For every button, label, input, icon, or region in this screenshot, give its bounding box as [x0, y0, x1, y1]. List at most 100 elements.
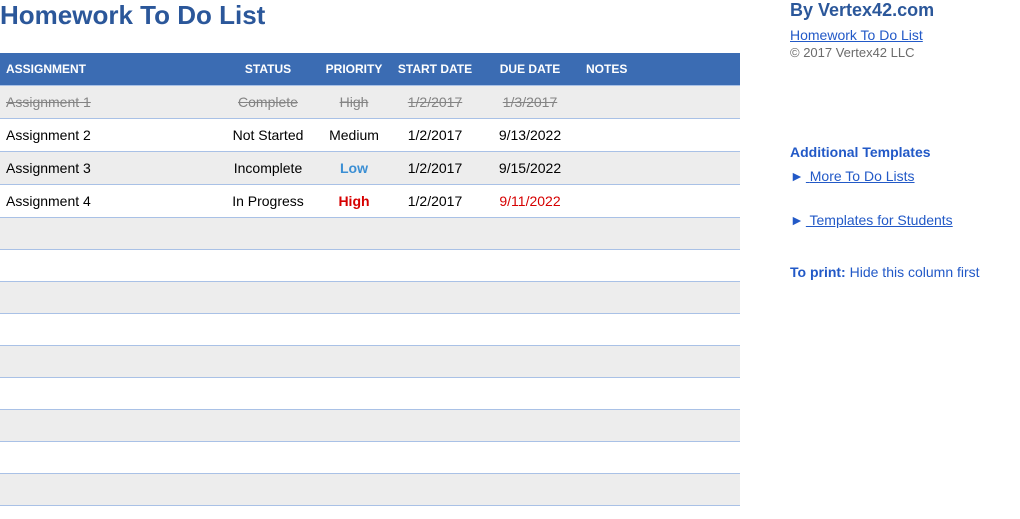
cell-assignment[interactable]: [0, 410, 218, 442]
cell-priority[interactable]: High: [318, 86, 390, 119]
cell-due-date[interactable]: 1/3/2017: [480, 86, 580, 119]
cell-due-date[interactable]: 9/15/2022: [480, 152, 580, 185]
cell-status[interactable]: [218, 378, 318, 410]
cell-assignment[interactable]: Assignment 4: [0, 185, 218, 218]
cell-assignment[interactable]: [0, 282, 218, 314]
cell-status[interactable]: [218, 410, 318, 442]
cell-assignment[interactable]: [0, 346, 218, 378]
cell-status[interactable]: [218, 346, 318, 378]
cell-assignment[interactable]: Assignment 3: [0, 152, 218, 185]
cell-notes[interactable]: [580, 218, 740, 250]
cell-assignment[interactable]: [0, 314, 218, 346]
cell-notes[interactable]: [580, 282, 740, 314]
col-start-date: Start Date: [390, 53, 480, 86]
copyright: © 2017 Vertex42 LLC: [790, 45, 1000, 60]
cell-status[interactable]: Not Started: [218, 119, 318, 152]
table-row[interactable]: [0, 410, 740, 442]
table-row[interactable]: [0, 474, 740, 506]
table-row[interactable]: [0, 442, 740, 474]
templates-students-link[interactable]: ► Templates for Students: [790, 212, 1000, 228]
cell-due-date[interactable]: [480, 250, 580, 282]
cell-assignment[interactable]: [0, 218, 218, 250]
cell-start-date[interactable]: [390, 314, 480, 346]
cell-assignment[interactable]: Assignment 2: [0, 119, 218, 152]
table-row[interactable]: Assignment 4In ProgressHigh1/2/20179/11/…: [0, 185, 740, 218]
cell-assignment[interactable]: [0, 378, 218, 410]
cell-notes[interactable]: [580, 378, 740, 410]
cell-due-date[interactable]: 9/13/2022: [480, 119, 580, 152]
cell-start-date[interactable]: 1/2/2017: [390, 119, 480, 152]
cell-assignment[interactable]: [0, 442, 218, 474]
cell-start-date[interactable]: [390, 442, 480, 474]
cell-assignment[interactable]: [0, 250, 218, 282]
cell-priority[interactable]: [318, 410, 390, 442]
cell-priority[interactable]: Medium: [318, 119, 390, 152]
cell-notes[interactable]: [580, 119, 740, 152]
cell-notes[interactable]: [580, 86, 740, 119]
table-row[interactable]: [0, 314, 740, 346]
cell-notes[interactable]: [580, 346, 740, 378]
table-row[interactable]: Assignment 2Not StartedMedium1/2/20179/1…: [0, 119, 740, 152]
cell-priority[interactable]: [318, 346, 390, 378]
arrow-icon: ►: [790, 168, 804, 184]
cell-due-date[interactable]: [480, 410, 580, 442]
table-row[interactable]: [0, 218, 740, 250]
cell-notes[interactable]: [580, 314, 740, 346]
cell-due-date[interactable]: [480, 474, 580, 506]
cell-notes[interactable]: [580, 474, 740, 506]
cell-notes[interactable]: [580, 152, 740, 185]
cell-priority[interactable]: [318, 474, 390, 506]
cell-start-date[interactable]: 1/2/2017: [390, 185, 480, 218]
cell-start-date[interactable]: [390, 218, 480, 250]
table-row[interactable]: [0, 346, 740, 378]
templates-students-label: Templates for Students: [810, 212, 953, 228]
table-row[interactable]: Assignment 3IncompleteLow1/2/20179/15/20…: [0, 152, 740, 185]
cell-status[interactable]: [218, 474, 318, 506]
cell-status[interactable]: Incomplete: [218, 152, 318, 185]
cell-priority[interactable]: Low: [318, 152, 390, 185]
cell-priority[interactable]: [318, 378, 390, 410]
cell-due-date[interactable]: [480, 314, 580, 346]
cell-start-date[interactable]: [390, 474, 480, 506]
cell-due-date[interactable]: 9/11/2022: [480, 185, 580, 218]
cell-due-date[interactable]: [480, 282, 580, 314]
table-row[interactable]: [0, 250, 740, 282]
cell-start-date[interactable]: 1/2/2017: [390, 152, 480, 185]
table-row[interactable]: [0, 282, 740, 314]
cell-start-date[interactable]: [390, 346, 480, 378]
more-todo-lists-link[interactable]: ► More To Do Lists: [790, 168, 1000, 184]
cell-notes[interactable]: [580, 185, 740, 218]
table-row[interactable]: Assignment 1CompleteHigh1/2/20171/3/2017: [0, 86, 740, 119]
cell-priority[interactable]: [318, 218, 390, 250]
col-notes: Notes: [580, 53, 740, 86]
cell-priority[interactable]: [318, 314, 390, 346]
cell-priority[interactable]: High: [318, 185, 390, 218]
cell-start-date[interactable]: [390, 410, 480, 442]
cell-status[interactable]: [218, 442, 318, 474]
cell-priority[interactable]: [318, 282, 390, 314]
cell-status[interactable]: Complete: [218, 86, 318, 119]
cell-status[interactable]: [218, 314, 318, 346]
cell-notes[interactable]: [580, 442, 740, 474]
cell-status[interactable]: [218, 218, 318, 250]
cell-status[interactable]: In Progress: [218, 185, 318, 218]
cell-assignment[interactable]: Assignment 1: [0, 86, 218, 119]
cell-due-date[interactable]: [480, 378, 580, 410]
cell-start-date[interactable]: 1/2/2017: [390, 86, 480, 119]
cell-start-date[interactable]: [390, 378, 480, 410]
cell-start-date[interactable]: [390, 282, 480, 314]
cell-priority[interactable]: [318, 250, 390, 282]
cell-assignment[interactable]: [0, 474, 218, 506]
cell-priority[interactable]: [318, 442, 390, 474]
table-row[interactable]: [0, 378, 740, 410]
cell-status[interactable]: [218, 250, 318, 282]
cell-notes[interactable]: [580, 250, 740, 282]
homework-list-link[interactable]: Homework To Do List: [790, 27, 923, 43]
cell-notes[interactable]: [580, 410, 740, 442]
cell-status[interactable]: [218, 282, 318, 314]
cell-start-date[interactable]: [390, 250, 480, 282]
cell-due-date[interactable]: [480, 218, 580, 250]
page-title: Homework To Do List: [0, 0, 740, 31]
cell-due-date[interactable]: [480, 442, 580, 474]
cell-due-date[interactable]: [480, 346, 580, 378]
